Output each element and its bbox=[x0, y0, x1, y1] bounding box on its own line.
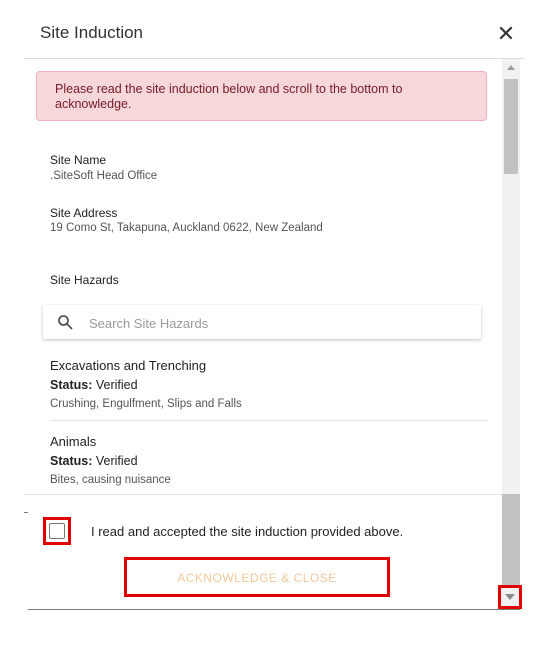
hazard-description: Bites, causing nuisance bbox=[50, 474, 171, 486]
acknowledge-close-button[interactable]: ACKNOWLEDGE & CLOSE bbox=[124, 557, 390, 597]
hazard-search-input[interactable] bbox=[87, 310, 471, 336]
induction-alert: Please read the site induction below and… bbox=[36, 71, 487, 121]
hazard-status: Status: Verified bbox=[50, 378, 138, 392]
close-button[interactable]: ✕ bbox=[494, 22, 518, 46]
site-address-label: Site Address bbox=[50, 206, 118, 220]
hazard-status: Status: Verified bbox=[50, 454, 138, 468]
scroll-down-button[interactable] bbox=[498, 585, 522, 609]
hazard-divider bbox=[50, 420, 488, 421]
dialog-bottom-border bbox=[28, 609, 520, 610]
accept-checkbox[interactable] bbox=[43, 517, 71, 545]
site-hazards-label: Site Hazards bbox=[50, 273, 119, 287]
hazard-status-value: Verified bbox=[95, 378, 138, 392]
hazard-status-label: Status: bbox=[50, 454, 93, 468]
dialog-header: Site Induction ✕ bbox=[24, 0, 524, 59]
hazard-status-value: Verified bbox=[95, 454, 138, 468]
site-name-label: Site Name bbox=[50, 153, 107, 167]
hazard-description: Crushing, Engulfment, Slips and Falls bbox=[50, 398, 242, 410]
dialog-title: Site Induction bbox=[40, 23, 144, 42]
chevron-up-icon bbox=[507, 65, 515, 70]
scroll-thumb[interactable] bbox=[504, 79, 518, 174]
site-address-value: 19 Como St, Takapuna, Auckland 0622, New… bbox=[50, 222, 323, 234]
search-icon bbox=[57, 314, 73, 330]
hazard-name: Animals bbox=[50, 434, 97, 449]
hazard-search-box bbox=[43, 305, 481, 339]
checkbox-box[interactable] bbox=[49, 523, 65, 539]
accept-checkbox-label[interactable]: I read and accepted the site induction p… bbox=[91, 524, 403, 539]
footer-divider bbox=[24, 494, 502, 495]
hazard-status-label: Status: bbox=[50, 378, 93, 392]
outer-scroll-thumb[interactable] bbox=[502, 494, 520, 591]
scroll-up-button[interactable] bbox=[502, 59, 520, 77]
hazard-name: Excavations and Trenching bbox=[50, 358, 207, 373]
chevron-down-icon bbox=[505, 594, 515, 600]
divider-tick bbox=[24, 512, 28, 513]
vertical-scrollbar[interactable] bbox=[498, 59, 522, 609]
induction-content: Please read the site induction below and… bbox=[24, 59, 502, 494]
site-name-value: .SiteSoft Head Office bbox=[50, 170, 158, 182]
